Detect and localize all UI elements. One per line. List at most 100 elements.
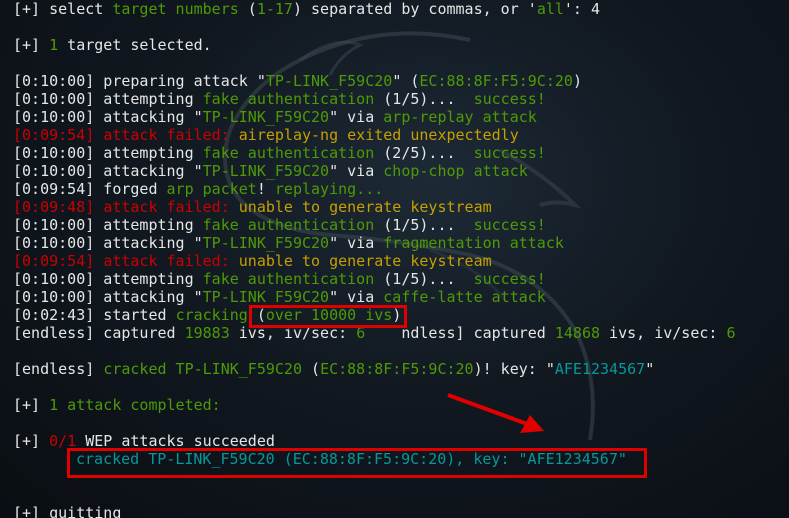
text: " via xyxy=(329,234,384,252)
log-line: [0:10:00] attempting fake authentication… xyxy=(13,216,546,234)
text: [0:10:00] preparing attack " xyxy=(13,72,266,90)
attack-completed-line: [+] 1 attack completed: xyxy=(13,396,221,414)
log-line: [0:10:00] attempting fake authentication… xyxy=(13,144,546,162)
log-line: [0:10:00] attacking "TP-LINK_F59C20" via… xyxy=(13,162,528,180)
text: [0:10:00] attacking " xyxy=(13,234,203,252)
target-selected-line: [+] 1 target selected. xyxy=(13,36,212,54)
text: [endless] captured xyxy=(13,324,185,342)
terminal-window[interactable]: [+] select target numbers (1-17) separat… xyxy=(0,0,789,518)
text: [0:10:00] attempting xyxy=(13,144,203,162)
text: 1 xyxy=(49,36,59,54)
text: success! xyxy=(473,270,546,288)
text: aireplay-ng exited unexpectedly xyxy=(238,126,519,144)
text: [0:09:54] xyxy=(13,252,104,270)
log-line-error: [0:09:48] attack failed: unable to gener… xyxy=(13,198,492,216)
text: all xyxy=(536,0,564,18)
text: ( xyxy=(238,0,257,18)
text: TP-LINK_F59C20 xyxy=(202,234,330,252)
text: attack failed: xyxy=(103,126,239,144)
text: ) xyxy=(572,72,582,90)
text: arp-replay attack xyxy=(383,108,537,126)
text: replaying... xyxy=(274,180,384,198)
text: cracking xyxy=(175,306,248,324)
text: ! xyxy=(256,180,275,198)
text: " via xyxy=(329,288,384,306)
log-line: [0:10:00] attacking "TP-LINK_F59C20" via… xyxy=(13,108,537,126)
text: [0:02:43] started xyxy=(13,306,176,324)
cracked-result-line: [endless] cracked TP-LINK_F59C20 (EC:88:… xyxy=(13,360,654,378)
quitting-line: [+] quitting xyxy=(13,504,121,518)
text: arp packet xyxy=(166,180,257,198)
text: fragmentation attack xyxy=(383,234,564,252)
text: [+] xyxy=(13,432,50,450)
text: fake authentication xyxy=(202,144,375,162)
text: " via xyxy=(329,162,384,180)
text: EC:88:8F:F5:9C:20 xyxy=(320,360,474,378)
text: TP-LINK_F59C20 xyxy=(202,288,330,306)
text: TP-LINK_F59C20 xyxy=(265,72,393,90)
text: [0:10:00] attacking " xyxy=(13,288,203,306)
text: (1/5)... xyxy=(374,270,474,288)
text: [0:09:54] forged xyxy=(13,180,167,198)
text: 19883 xyxy=(184,324,230,342)
text: ivs, iv/sec: xyxy=(600,324,727,342)
text: cracked TP-LINK_F59C20 xyxy=(103,360,302,378)
log-line: [0:10:00] attacking "TP-LINK_F59C20" via… xyxy=(13,288,546,306)
text: [0:10:00] attacking " xyxy=(13,108,203,126)
arrow-icon xyxy=(447,393,544,433)
text: [0:09:48] xyxy=(13,198,104,216)
log-line: [0:10:00] preparing attack "TP-LINK_F59C… xyxy=(13,72,582,90)
text: success! xyxy=(473,216,546,234)
text: [endless] xyxy=(13,360,104,378)
text: ) separated by commas, or ' xyxy=(292,0,537,18)
text: target selected. xyxy=(58,36,212,54)
text: success! xyxy=(473,144,546,162)
log-line: [0:10:00] attempting fake authentication… xyxy=(13,270,546,288)
log-line-error: [0:09:54] attack failed: aireplay-ng exi… xyxy=(13,126,519,144)
text: AFE1234567 xyxy=(554,360,646,378)
log-line: [0:10:00] attacking "TP-LINK_F59C20" via… xyxy=(13,234,564,252)
text: attack failed: xyxy=(103,252,239,270)
text: (2/5)... xyxy=(374,144,474,162)
text: target numbers xyxy=(112,0,239,18)
text: fake authentication xyxy=(202,270,375,288)
text: chop-chop attack xyxy=(383,162,528,180)
text: [+] quitting xyxy=(13,504,122,518)
text: ( xyxy=(302,360,321,378)
text: EC:88:8F:F5:9C:20 xyxy=(419,72,573,90)
highlight-box xyxy=(249,305,407,328)
highlight-box xyxy=(67,448,647,478)
text: [+] xyxy=(13,36,50,54)
text: caffe-latte attack xyxy=(383,288,546,306)
log-line: [0:09:54] forged arp packet! replaying..… xyxy=(13,180,383,198)
text: " via xyxy=(329,108,384,126)
text: [0:10:00] attacking " xyxy=(13,162,203,180)
text: TP-LINK_F59C20 xyxy=(202,108,330,126)
text: TP-LINK_F59C20 xyxy=(202,162,330,180)
text: fake authentication xyxy=(202,216,375,234)
log-line-error: [0:09:54] attack failed: unable to gener… xyxy=(13,252,492,270)
text: (1/5)... xyxy=(374,216,474,234)
text: unable to generate keystream xyxy=(238,198,492,216)
text: (1/5)... xyxy=(374,90,474,108)
text: 1 attack completed: xyxy=(49,396,221,414)
text: 14868 xyxy=(554,324,601,342)
text: [+] select xyxy=(13,0,113,18)
log-line: [0:10:00] attempting fake authentication… xyxy=(13,90,546,108)
text: [0:10:00] attempting xyxy=(13,90,203,108)
text: [0:09:54] xyxy=(13,126,104,144)
text: [0:10:00] attempting xyxy=(13,270,203,288)
text: 1-17 xyxy=(256,0,293,18)
text: success! xyxy=(473,90,546,108)
text: 6 xyxy=(726,324,736,342)
text: unable to generate keystream xyxy=(238,252,492,270)
text: " ( xyxy=(392,72,420,90)
text: )! key: " xyxy=(473,360,555,378)
text: ': 4 xyxy=(563,0,601,18)
text: attack failed: xyxy=(103,198,239,216)
text: fake authentication xyxy=(202,90,375,108)
text: [0:10:00] attempting xyxy=(13,216,203,234)
text: " xyxy=(645,360,655,378)
select-prompt-line: [+] select target numbers (1-17) separat… xyxy=(13,0,600,18)
text: [+] xyxy=(13,396,50,414)
